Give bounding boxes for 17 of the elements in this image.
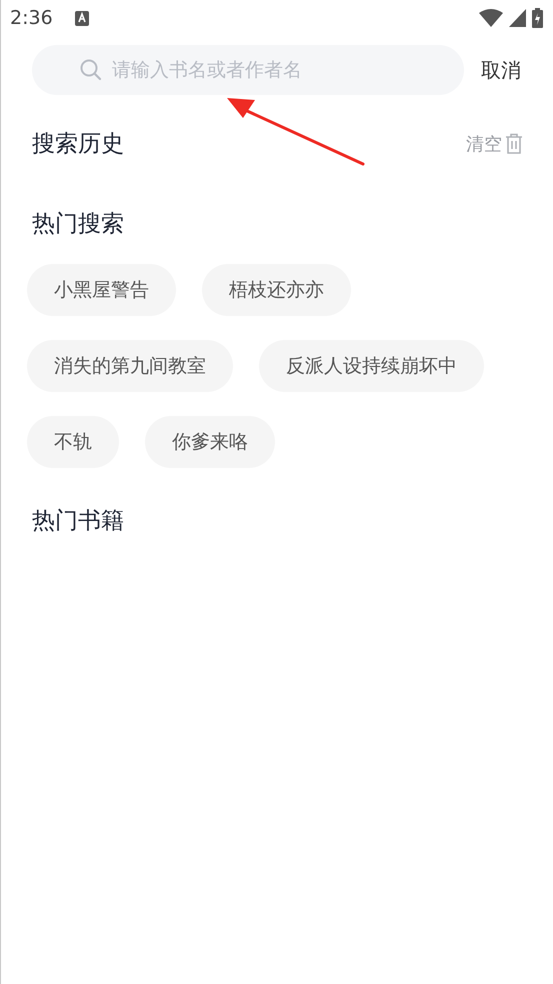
- search-tag[interactable]: 反派人设持续崩坏中: [259, 340, 484, 392]
- wifi-icon: [479, 9, 503, 27]
- search-field[interactable]: 请输入书名或者作者名: [32, 45, 464, 95]
- section-title: 热门搜索: [32, 210, 124, 239]
- cancel-button[interactable]: 取消: [481, 56, 521, 84]
- trash-icon: [505, 133, 523, 154]
- search-tag[interactable]: 你爹来咯: [145, 416, 275, 468]
- search-tag[interactable]: 梧枝还亦亦: [202, 264, 351, 316]
- search-tag[interactable]: 消失的第九间教室: [27, 340, 233, 392]
- section-title: 热门书籍: [32, 507, 124, 536]
- section-title: 搜索历史: [32, 130, 124, 159]
- search-tag[interactable]: 不轨: [27, 416, 119, 468]
- status-time: 2:36: [10, 7, 53, 29]
- keyboard-icon: [74, 10, 89, 26]
- battery-icon: [532, 8, 543, 28]
- search-tag[interactable]: 小黑屋警告: [27, 264, 176, 316]
- signal-icon: [509, 9, 526, 27]
